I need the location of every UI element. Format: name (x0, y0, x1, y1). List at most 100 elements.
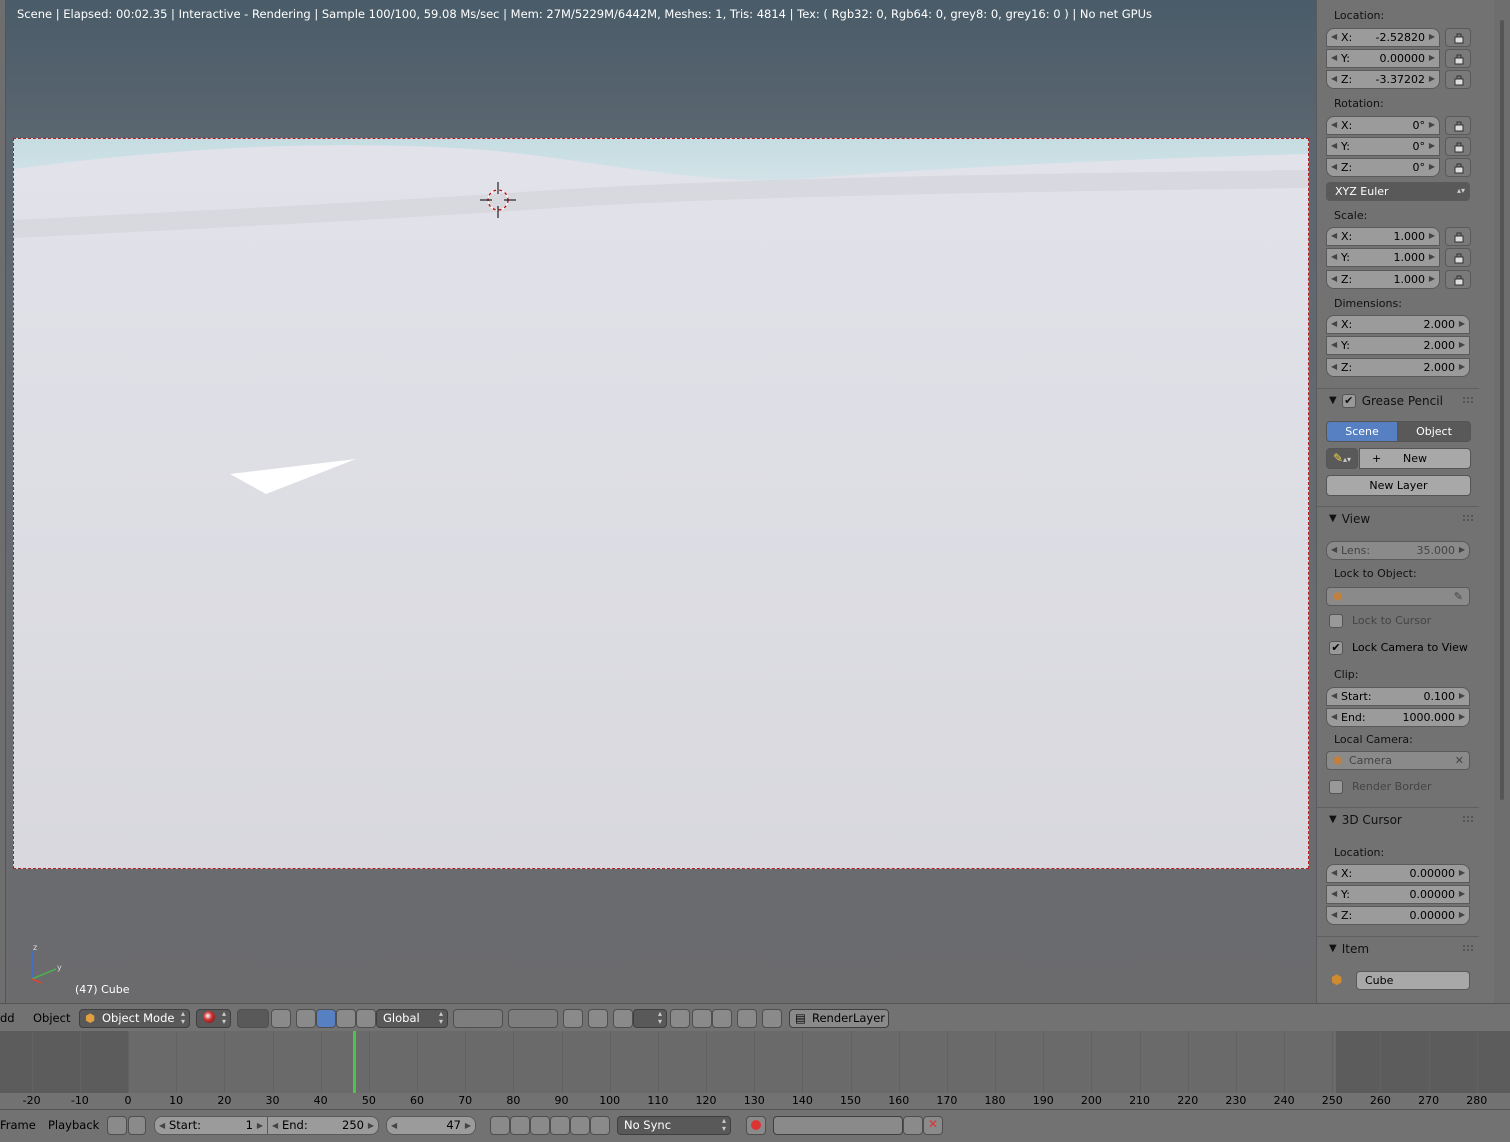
lock-time-icon[interactable] (128, 1116, 146, 1135)
scene-layers-grid-1[interactable] (453, 1009, 503, 1028)
properties-scrollbar[interactable] (1494, 0, 1510, 1003)
lock-scale-z-icon[interactable] (1445, 270, 1471, 289)
3d-cursor-panel-header[interactable]: ▼ 3D Cursor (1317, 807, 1479, 831)
eyedropper-icon[interactable]: ✎ (1454, 590, 1463, 603)
frame-menu[interactable]: Frame (0, 1116, 36, 1135)
jump-to-end-icon[interactable] (590, 1116, 610, 1135)
grease-pencil-datablock-icon[interactable]: ✎▴▾ (1326, 448, 1358, 469)
3d-viewport[interactable]: Scene | Elapsed: 00:02.35 | Interactive … (0, 0, 1316, 1003)
snap-toggle-icon[interactable] (613, 1009, 633, 1028)
record-keyframe-icon[interactable] (746, 1116, 766, 1135)
delete-keyframe-icon[interactable]: ✕ (923, 1116, 943, 1135)
rotation-mode-dropdown[interactable]: XYZ Euler ▴▾ (1326, 182, 1470, 201)
clip-end-field[interactable]: ◀ End: 1000.000 ▶ (1326, 708, 1470, 727)
clip-start-field[interactable]: ◀ Start: 0.100 ▶ (1326, 687, 1470, 706)
playback-menu[interactable]: Playback (48, 1116, 99, 1135)
mode-dropdown[interactable]: ⬢ Object Mode ▴ ▾ (79, 1009, 190, 1028)
lock-rotation-z-icon[interactable] (1445, 158, 1471, 177)
jump-to-prev-keyframe-icon[interactable] (510, 1116, 530, 1135)
item-name-field[interactable]: Cube (1356, 971, 1470, 990)
snap-element-dropdown[interactable]: ▴ ▾ (633, 1009, 667, 1028)
drag-grip-icon[interactable] (1463, 945, 1473, 951)
manipulator-toggle-icon[interactable] (271, 1009, 291, 1028)
current-frame-field[interactable]: ◀ 47 ▶ (386, 1116, 476, 1135)
transform-orientation-icon[interactable] (356, 1009, 376, 1028)
view-panel-header[interactable]: ▼ View (1317, 506, 1479, 530)
snap-target-icon[interactable] (670, 1009, 690, 1028)
drag-grip-icon[interactable] (1463, 397, 1473, 403)
pause-render-icon[interactable] (737, 1009, 757, 1028)
cursor-y-field[interactable]: ◀ Y: 0.00000 ▶ (1326, 885, 1470, 904)
scale-manipulator-icon[interactable] (336, 1009, 356, 1028)
lock-location-x-icon[interactable] (1445, 28, 1471, 47)
transform-orientation-dropdown[interactable]: Global ▴ ▾ (376, 1009, 448, 1028)
rotation-x-field[interactable]: ◀ X: 0° ▶ (1326, 116, 1440, 135)
drag-grip-icon[interactable] (1463, 515, 1473, 521)
clear-x-icon[interactable]: ✕ (1455, 754, 1464, 767)
sync-mode-dropdown[interactable]: No Sync ▴ ▾ (617, 1116, 731, 1135)
lock-scale-y-icon[interactable] (1445, 248, 1471, 267)
render-layer-dropdown[interactable]: ▤ RenderLayer (789, 1009, 889, 1028)
lock-to-object-field[interactable]: ⬢ ✎ (1326, 587, 1470, 606)
keying-set-field[interactable] (773, 1116, 903, 1135)
lock-rotation-y-icon[interactable] (1445, 137, 1471, 156)
timeline-tick-label: 190 (1032, 1094, 1054, 1107)
location-z-field[interactable]: ◀ Z: -3.37202 ▶ (1326, 70, 1440, 89)
dimensions-x-field[interactable]: ◀ X: 2.000 ▶ (1326, 315, 1470, 334)
item-panel-header[interactable]: ▼ Item (1317, 936, 1479, 960)
add-menu[interactable]: dd (0, 1009, 15, 1028)
scene-layers-grid-2[interactable] (508, 1009, 558, 1028)
play-icon[interactable] (550, 1116, 570, 1135)
playhead[interactable] (353, 1031, 357, 1093)
cursor-x-field[interactable]: ◀ X: 0.00000 ▶ (1326, 864, 1470, 883)
jump-to-start-icon[interactable] (490, 1116, 510, 1135)
refresh-icon[interactable] (762, 1009, 782, 1028)
3d-cursor-icon[interactable] (478, 180, 518, 220)
drag-grip-icon[interactable] (1463, 816, 1473, 822)
end-frame-field[interactable]: ◀ End: 250 ▶ (267, 1116, 379, 1135)
start-frame-field[interactable]: ◀ Start: 1 ▶ (154, 1116, 268, 1135)
lock-to-cursor-checkbox[interactable] (1329, 614, 1343, 628)
location-x-field[interactable]: ◀ X: -2.52820 ▶ (1326, 28, 1440, 47)
grease-pencil-enabled-checkbox[interactable]: ✔ (1341, 393, 1356, 408)
lock-scale-x-icon[interactable] (1445, 227, 1471, 246)
dimensions-y-field[interactable]: ◀ Y: 2.000 ▶ (1326, 336, 1470, 355)
viewport-shading-dropdown[interactable]: ▴ ▾ (196, 1009, 231, 1028)
scale-y-field[interactable]: ◀ Y: 1.000 ▶ (1326, 248, 1440, 267)
tab-object[interactable]: Object (1397, 421, 1471, 442)
lock-camera-to-view-checkbox[interactable]: ✔ (1329, 641, 1343, 655)
dimensions-z-field[interactable]: ◀ Z: 2.000 ▶ (1326, 358, 1470, 377)
timeline-grid-line (79, 1031, 81, 1093)
rotation-z-field[interactable]: ◀ Z: 0° ▶ (1326, 158, 1440, 177)
new-layer-button[interactable]: New Layer (1326, 475, 1471, 496)
lock-location-y-icon[interactable] (1445, 49, 1471, 68)
opengl-render-animation-icon[interactable] (712, 1009, 732, 1028)
proportional-edit-icon[interactable] (588, 1009, 608, 1028)
lens-field[interactable]: ◀ Lens: 35.000 ▶ (1326, 541, 1470, 560)
scrollbar-thumb[interactable] (1500, 20, 1504, 800)
rotate-manipulator-icon[interactable] (316, 1009, 336, 1028)
scale-z-field[interactable]: ◀ Z: 1.000 ▶ (1326, 270, 1440, 289)
tab-scene[interactable]: Scene (1326, 421, 1398, 442)
local-camera-field[interactable]: ⬢ Camera ✕ (1326, 751, 1470, 770)
timeline-tick-label: 60 (410, 1094, 425, 1107)
grease-pencil-new-button[interactable]: + New (1359, 448, 1471, 469)
lock-rotation-x-icon[interactable] (1445, 116, 1471, 135)
opengl-render-image-icon[interactable] (692, 1009, 712, 1028)
play-reverse-icon[interactable] (530, 1116, 550, 1135)
insert-keyframe-icon[interactable] (903, 1116, 923, 1135)
render-border-checkbox[interactable] (1329, 780, 1343, 794)
layer-lock-icon[interactable] (563, 1009, 583, 1028)
grease-pencil-panel-header[interactable]: ▼ ✔ Grease Pencil (1317, 388, 1479, 412)
translate-manipulator-icon[interactable] (296, 1009, 316, 1028)
scale-x-field[interactable]: ◀ X: 1.000 ▶ (1326, 227, 1440, 246)
pivot-point-icon[interactable] (237, 1009, 269, 1028)
jump-to-next-keyframe-icon[interactable] (570, 1116, 590, 1135)
rotation-y-field[interactable]: ◀ Y: 0° ▶ (1326, 137, 1440, 156)
timeline[interactable]: -20 -10 0 10 20 30 40 50 60 70 80 90 100 110 120 130 140… (0, 1031, 1510, 1109)
use-preview-range-icon[interactable] (107, 1116, 127, 1135)
cursor-z-field[interactable]: ◀ Z: 0.00000 ▶ (1326, 906, 1470, 925)
object-menu[interactable]: Object (33, 1009, 70, 1028)
lock-location-z-icon[interactable] (1445, 70, 1471, 89)
location-y-field[interactable]: ◀ Y: 0.00000 ▶ (1326, 49, 1440, 68)
